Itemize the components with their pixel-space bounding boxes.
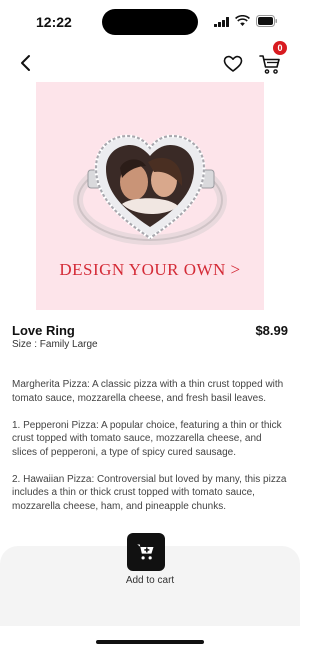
product-size: Size : Family Large — [12, 339, 98, 350]
product-description: Margherita Pizza: A classic pizza with a… — [12, 378, 288, 527]
add-to-cart-label[interactable]: Add to cart — [0, 575, 300, 586]
home-indicator[interactable] — [96, 640, 204, 644]
status-time: 12:22 — [36, 14, 72, 30]
product-price: $8.99 — [255, 323, 288, 338]
dynamic-island — [102, 9, 198, 35]
battery-icon — [256, 15, 277, 27]
description-paragraph: 2. Hawaiian Pizza: Controversial but lov… — [12, 473, 287, 512]
add-to-cart-button[interactable] — [127, 533, 165, 571]
design-your-own-link[interactable]: DESIGN YOUR OWN > — [36, 260, 264, 280]
home-indicator-area — [0, 626, 300, 650]
description-paragraph: 1. Pepperoni Pizza: A popular choice, fe… — [12, 419, 282, 458]
status-bar: 12:22 — [0, 0, 300, 44]
cart-icon[interactable] — [258, 52, 282, 76]
wifi-icon — [235, 15, 250, 26]
signal-icon — [214, 17, 229, 27]
cart-plus-icon — [137, 544, 154, 560]
cart-count-badge: 0 — [273, 41, 287, 55]
back-chevron-icon[interactable] — [16, 53, 36, 73]
product-image[interactable]: DESIGN YOUR OWN > — [36, 82, 264, 310]
product-title: Love Ring — [12, 323, 75, 338]
heart-icon[interactable] — [223, 54, 243, 74]
description-paragraph: Margherita Pizza: A classic pizza with a… — [12, 379, 284, 404]
